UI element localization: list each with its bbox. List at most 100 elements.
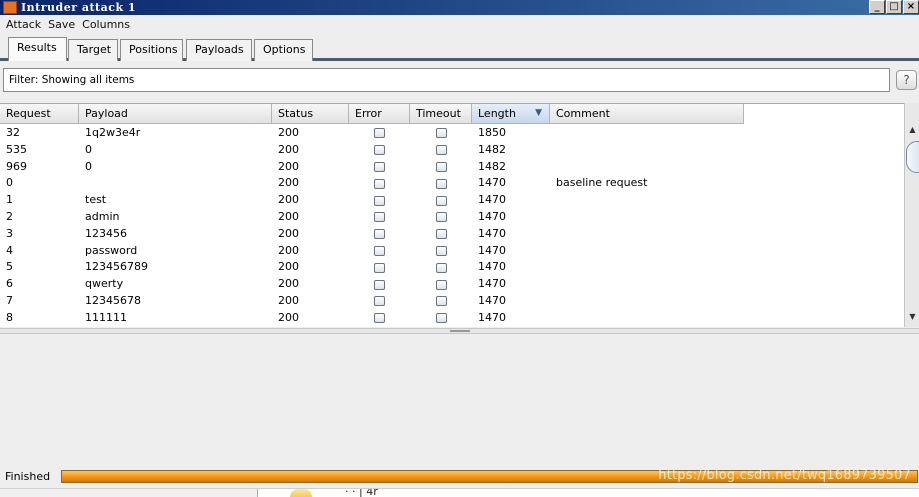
error-checkbox: [374, 212, 385, 223]
cell-comment: [550, 159, 744, 176]
taskbar-fragment: · · | 4r: [0, 488, 919, 497]
tab-positions[interactable]: Positions: [120, 39, 183, 61]
column-header-length[interactable]: Length ▼: [472, 104, 550, 124]
column-header-timeout[interactable]: Timeout: [410, 104, 472, 124]
cell-status: 200: [278, 243, 299, 257]
timeout-checkbox: [435, 296, 447, 307]
status-bar: Finished https://blog.csdn.net/twq168973…: [0, 466, 919, 488]
cell-request: 2: [6, 209, 13, 223]
scroll-down-icon[interactable]: ▼: [905, 310, 919, 324]
tab-options[interactable]: Options: [254, 39, 313, 61]
timeout-checkbox: [435, 212, 447, 223]
cell-status: 200: [278, 142, 299, 156]
table-row[interactable]: 7 12345678 200 1470: [0, 293, 744, 310]
cell-error: [349, 310, 410, 327]
folder-icon: [290, 489, 312, 497]
table-row[interactable]: 1 test 200 1470: [0, 192, 744, 209]
error-checkbox: [374, 128, 385, 139]
cell-length: 1470: [478, 209, 506, 223]
cell-timeout: [410, 192, 472, 209]
table-row[interactable]: 535 0 200 1482: [0, 142, 744, 159]
table-row[interactable]: 8 111111 200 1470: [0, 310, 744, 327]
column-header-error[interactable]: Error: [349, 104, 410, 124]
sort-descending-icon: ▼: [535, 108, 542, 118]
error-checkbox: [374, 296, 385, 307]
cell-comment: [550, 209, 744, 226]
cell-status: 200: [278, 209, 299, 223]
results-table: Request Payload Status Error Timeout Len…: [0, 103, 904, 327]
cell-status: 200: [278, 277, 299, 291]
column-header-comment[interactable]: Comment: [550, 104, 744, 124]
cell-request: 535: [6, 142, 27, 156]
error-checkbox: [374, 313, 385, 324]
error-checkbox: [374, 161, 385, 172]
cell-length: 1470: [478, 277, 506, 291]
table-row[interactable]: 0 200 1470 baseline request: [0, 175, 744, 192]
cell-status: 200: [278, 159, 299, 173]
cell-payload: 0: [85, 159, 92, 173]
column-header-length-label: Length: [478, 107, 516, 120]
help-button[interactable]: ?: [896, 70, 917, 90]
cell-length: 1482: [478, 142, 506, 156]
menu-save[interactable]: Save: [48, 18, 75, 31]
filter-bar[interactable]: Filter: Showing all items: [3, 68, 890, 92]
cell-payload: 111111: [85, 310, 127, 324]
table-row[interactable]: 2 admin 200 1470: [0, 209, 744, 226]
error-checkbox: [374, 245, 385, 256]
timeout-checkbox: [435, 145, 447, 156]
menu-attack[interactable]: Attack: [6, 18, 41, 31]
status-text: Finished: [5, 470, 51, 483]
cell-request: 0: [6, 176, 13, 190]
cell-error: [349, 276, 410, 293]
cell-payload: 12345678: [85, 293, 141, 307]
cell-timeout: [410, 125, 472, 142]
cell-status: 200: [278, 126, 299, 139]
table-row[interactable]: 4 password 200 1470: [0, 243, 744, 260]
cell-request: 5: [6, 260, 13, 274]
tab-target[interactable]: Target: [68, 39, 118, 61]
menu-columns[interactable]: Columns: [82, 18, 130, 31]
timeout-checkbox: [435, 195, 447, 206]
table-header: Request Payload Status Error Timeout Len…: [0, 104, 744, 124]
watermark-text: https://blog.csdn.net/twq1689739507: [658, 468, 911, 483]
cell-length: 1470: [478, 193, 506, 207]
timeout-checkbox: [435, 229, 447, 240]
close-button[interactable]: ×: [903, 0, 919, 14]
cell-error: [349, 293, 410, 310]
tab-payloads[interactable]: Payloads: [186, 39, 252, 61]
error-checkbox: [374, 279, 385, 290]
scroll-thumb[interactable]: [906, 141, 919, 173]
cell-timeout: [410, 259, 472, 276]
cell-request: 8: [6, 310, 13, 324]
error-checkbox: [374, 178, 385, 189]
cell-request: 3: [6, 226, 13, 240]
splitter-grip-icon[interactable]: [450, 330, 470, 332]
cell-request: 1: [6, 193, 13, 207]
column-header-status[interactable]: Status: [272, 104, 349, 124]
tab-results[interactable]: Results: [8, 37, 67, 61]
cell-comment: [550, 276, 744, 293]
vertical-scrollbar[interactable]: ▲ ▼: [904, 103, 919, 327]
minimize-button[interactable]: _: [869, 0, 885, 14]
cell-comment: [550, 142, 744, 159]
table-row[interactable]: 3 123456 200 1470: [0, 226, 744, 243]
maximize-button[interactable]: □: [886, 0, 902, 14]
title-bar: Intruder attack 1 _ □ ×: [0, 0, 919, 15]
column-header-request[interactable]: Request: [0, 104, 79, 124]
table-row[interactable]: 6 qwerty 200 1470: [0, 276, 744, 293]
menu-bar: Attack Save Columns: [0, 15, 919, 33]
cell-status: 200: [278, 193, 299, 207]
table-row[interactable]: 969 0 200 1482: [0, 159, 744, 176]
column-header-payload[interactable]: Payload: [79, 104, 272, 124]
cell-timeout: [410, 243, 472, 260]
cell-length: 1470: [478, 176, 506, 190]
scroll-up-icon[interactable]: ▲: [905, 123, 919, 137]
table-row[interactable]: 5 123456789 200 1470: [0, 259, 744, 276]
pane-splitter[interactable]: [0, 328, 919, 334]
cell-payload: 1q2w3e4r: [85, 126, 141, 139]
table-row[interactable]: 32 1q2w3e4r 200 1850: [0, 125, 744, 142]
cell-timeout: [410, 226, 472, 243]
cell-request: 6: [6, 277, 13, 291]
cell-status: 200: [278, 293, 299, 307]
tab-strip: Results Target Positions Payloads Option…: [0, 35, 919, 61]
